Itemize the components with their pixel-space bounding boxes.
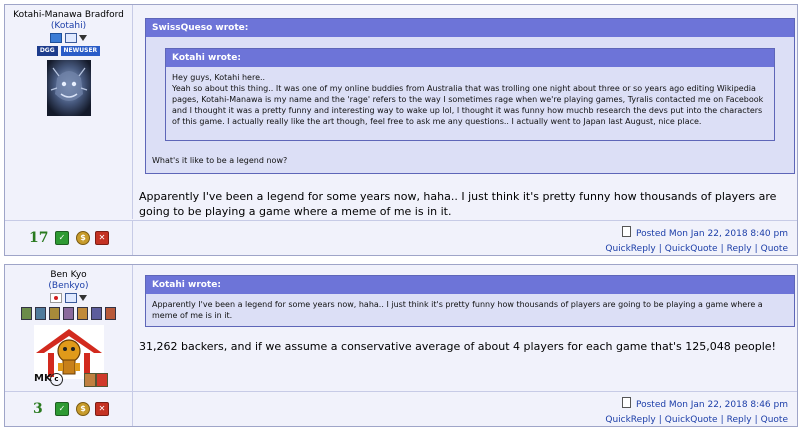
post-content: Kotahi wrote: Apparently I've been a leg… <box>133 265 797 391</box>
thumbs-up-icon[interactable]: ✓ <box>55 231 69 245</box>
achievement-badge-icon <box>21 307 33 320</box>
avatar <box>46 60 91 116</box>
thumbs-up-icon[interactable]: ✓ <box>55 402 69 416</box>
copyright-icon: c <box>50 373 63 386</box>
outer-quote-header: SwissQueso wrote: <box>146 19 794 37</box>
quickquote-link[interactable]: QuickQuote <box>665 415 718 425</box>
reputation-panel: 3 ✓ $ ✕ <box>5 392 133 426</box>
inner-quote: Kotahi wrote: Hey guys, Kotahi here.. Ye… <box>165 48 775 141</box>
post-document-icon <box>621 397 631 408</box>
user-extra-badges: MK c <box>34 373 114 387</box>
post-document-icon <box>621 226 631 237</box>
email-icon[interactable] <box>64 293 77 303</box>
post-meta: Posted Mon Jan 22, 2018 8:46 pm QuickRep… <box>605 397 788 425</box>
email-icon[interactable] <box>64 33 77 43</box>
rank-badge-newuser: NEWUSER <box>60 46 101 56</box>
achievement-badge-icon <box>90 307 102 320</box>
quickreply-link[interactable]: QuickReply <box>605 244 655 254</box>
post-message: Apparently I've been a legend for some y… <box>139 190 777 218</box>
inner-quote-header: Kotahi wrote: <box>166 49 774 67</box>
forum-post: Kotahi-Manawa Bradford (Kotahi) DGG NEWU… <box>4 4 798 256</box>
reply-link[interactable]: Reply <box>727 244 752 254</box>
post-timestamp: Posted Mon Jan 22, 2018 8:46 pm <box>635 400 788 410</box>
reputation-panel: 17 ✓ $ ✕ <box>5 221 133 255</box>
quickquote-link[interactable]: QuickQuote <box>665 244 718 254</box>
achievement-badge-icon <box>35 307 47 320</box>
character-sprite-icon <box>96 373 108 387</box>
quote-text: Apparently I've been a legend for some y… <box>152 300 763 320</box>
japan-flag-icon <box>49 293 62 303</box>
profile-icon[interactable] <box>49 33 62 43</box>
achievement-badge-icon <box>104 307 116 320</box>
dropdown-arrow-icon[interactable] <box>79 295 88 301</box>
post-meta: Posted Mon Jan 22, 2018 8:40 pm QuickRep… <box>605 226 788 254</box>
post-timestamp: Posted Mon Jan 22, 2018 8:40 pm <box>635 229 788 239</box>
post-message: 31,262 backers, and if we assume a conse… <box>139 340 776 353</box>
avatar <box>33 325 104 379</box>
post-actions: QuickReply | QuickQuote | Reply | Quote <box>605 244 788 254</box>
user-contact-icons <box>5 33 132 43</box>
user-panel: Kotahi-Manawa Bradford (Kotahi) DGG NEWU… <box>5 5 133 219</box>
karma-coin-icon[interactable]: $ <box>76 402 90 416</box>
character-sprite-icon <box>84 373 96 387</box>
user-display-name: Ben Kyo <box>50 270 87 280</box>
report-icon[interactable]: ✕ <box>95 231 109 245</box>
achievement-badge-icon <box>63 307 74 320</box>
reputation-count: 17 <box>29 230 49 246</box>
quote-header: Kotahi wrote: <box>146 276 794 294</box>
quote-link[interactable]: Quote <box>761 415 788 425</box>
reputation-count: 3 <box>33 401 43 417</box>
post-footer: 3 ✓ $ ✕ Posted Mon Jan 22, 2018 8:46 pm … <box>5 391 797 426</box>
post-footer: 17 ✓ $ ✕ Posted Mon Jan 22, 2018 8:40 pm… <box>5 220 797 255</box>
rank-badge-dgg: DGG <box>36 46 58 56</box>
post-content: SwissQueso wrote: Kotahi wrote: Hey guys… <box>133 5 797 219</box>
user-panel: Ben Kyo (Benkyo) MK c <box>5 265 133 391</box>
forum-post: Ben Kyo (Benkyo) MK c Kotahi wrote: Appa… <box>4 264 798 427</box>
outer-quote-tail: What's it like to be a legend now? <box>152 156 288 165</box>
user-display-name: Kotahi-Manawa Bradford <box>13 10 124 20</box>
report-icon[interactable]: ✕ <box>95 402 109 416</box>
dropdown-arrow-icon[interactable] <box>79 35 88 41</box>
quickreply-link[interactable]: QuickReply <box>605 415 655 425</box>
quote-block: Kotahi wrote: Apparently I've been a leg… <box>145 275 795 327</box>
quote-link[interactable]: Quote <box>761 244 788 254</box>
reply-link[interactable]: Reply <box>727 415 752 425</box>
outer-quote: SwissQueso wrote: Kotahi wrote: Hey guys… <box>145 18 795 174</box>
post-actions: QuickReply | QuickQuote | Reply | Quote <box>605 415 788 425</box>
achievement-badge-icon <box>76 307 88 320</box>
inner-quote-text: Hey guys, Kotahi here.. Yeah so about th… <box>172 73 764 126</box>
karma-coin-icon[interactable]: $ <box>76 231 90 245</box>
user-contact-icons <box>5 293 132 303</box>
user-login-link[interactable]: (Kotahi) <box>5 21 132 31</box>
user-login-link[interactable]: (Benkyo) <box>5 281 132 291</box>
achievement-badge-icon <box>49 307 61 320</box>
achievement-badges <box>5 307 132 320</box>
rank-badges: DGG NEWUSER <box>5 46 132 56</box>
